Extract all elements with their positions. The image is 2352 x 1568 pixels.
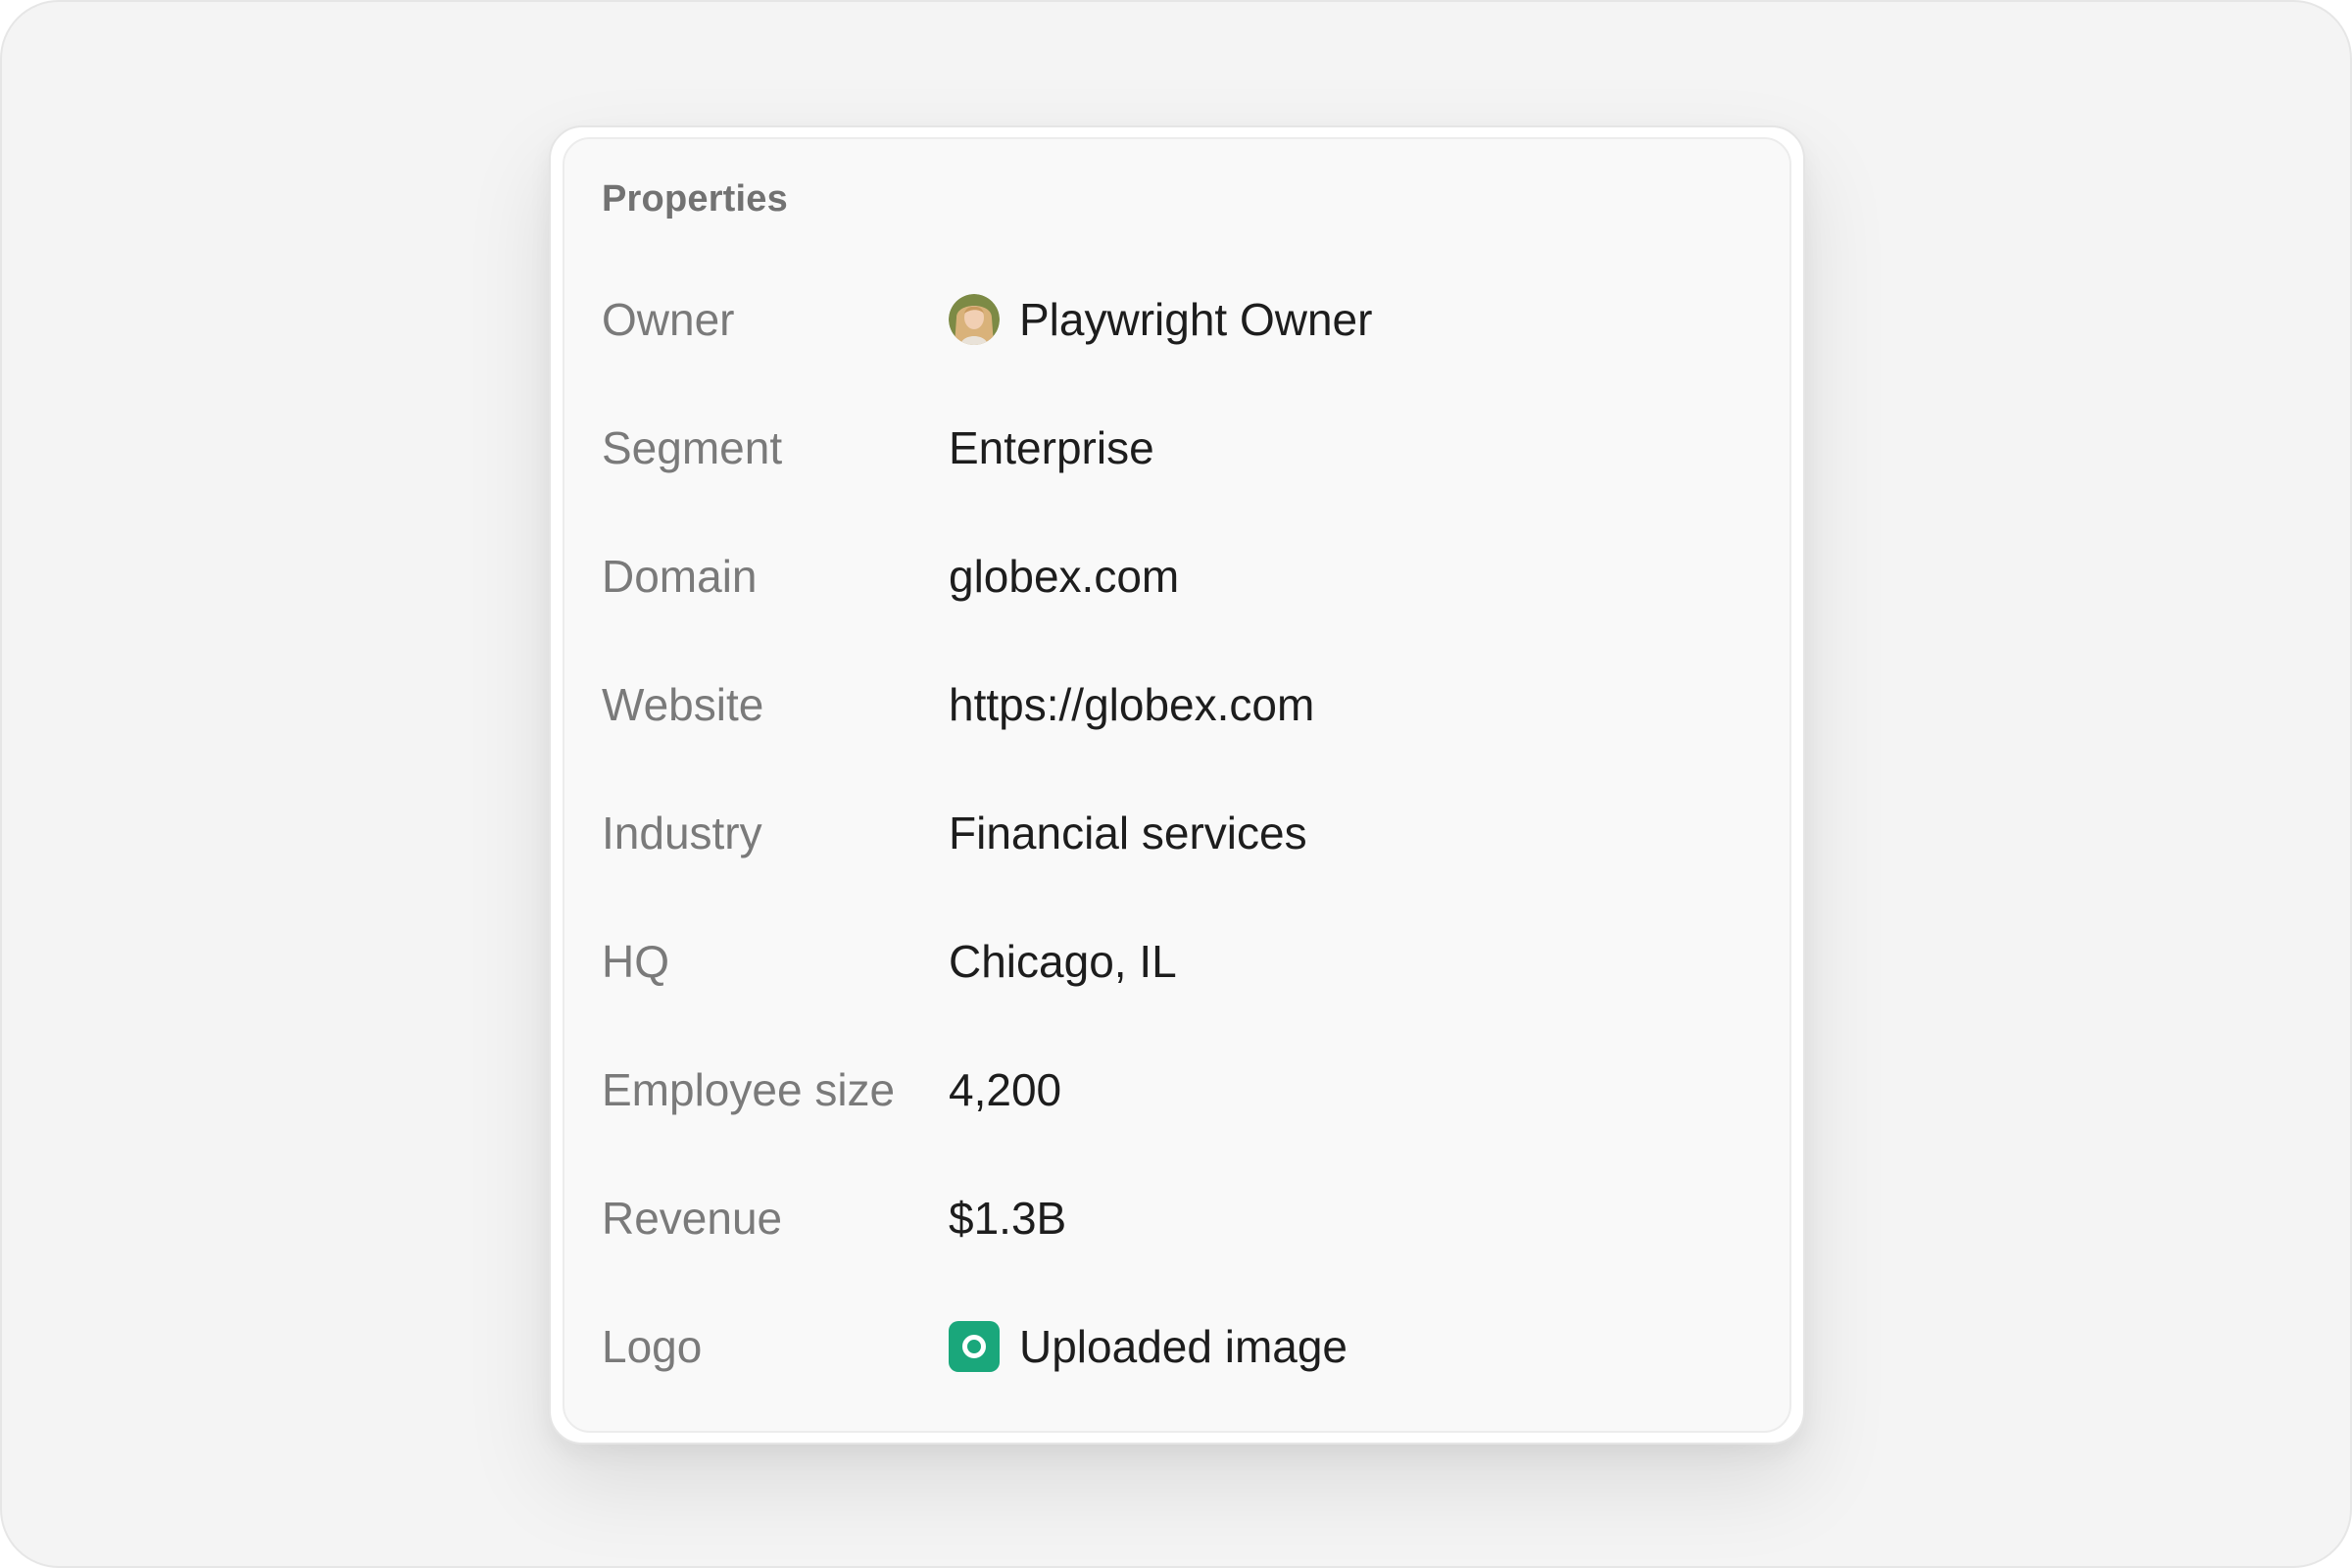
app-frame: Properties Owner Playwright Owner Segmen… xyxy=(0,0,2352,1568)
property-value[interactable]: globex.com xyxy=(949,550,1179,603)
property-row-employee-size[interactable]: Employee size 4,200 xyxy=(602,1025,1752,1153)
property-row-logo[interactable]: Logo Uploaded image xyxy=(602,1282,1752,1410)
property-value[interactable]: Uploaded image xyxy=(949,1320,1348,1373)
owner-name: Playwright Owner xyxy=(1019,293,1373,345)
property-label: Employee size xyxy=(602,1063,896,1115)
property-label: Owner xyxy=(602,293,735,345)
property-label: Segment xyxy=(602,421,783,473)
property-label: Website xyxy=(602,678,764,730)
property-row-hq[interactable]: HQ Chicago, IL xyxy=(602,897,1752,1025)
property-label: Domain xyxy=(602,550,758,602)
logo-file-label: Uploaded image xyxy=(1019,1320,1348,1372)
property-value[interactable]: 4,200 xyxy=(949,1063,1061,1116)
property-value[interactable]: Financial services xyxy=(949,807,1307,859)
property-row-segment[interactable]: Segment Enterprise xyxy=(602,383,1752,512)
property-row-industry[interactable]: Industry Financial services xyxy=(602,768,1752,897)
property-value[interactable]: Chicago, IL xyxy=(949,935,1177,988)
property-label: Revenue xyxy=(602,1192,783,1244)
properties-list: Owner Playwright Owner Segment Enterpris… xyxy=(602,255,1752,1410)
property-label: HQ xyxy=(602,935,669,987)
property-row-website[interactable]: Website https://globex.com xyxy=(602,640,1752,768)
properties-panel: Properties Owner Playwright Owner Segmen… xyxy=(563,137,1791,1433)
property-value[interactable]: Enterprise xyxy=(949,421,1154,474)
property-row-domain[interactable]: Domain globex.com xyxy=(602,512,1752,640)
image-icon xyxy=(949,1320,1000,1372)
property-label: Industry xyxy=(602,807,762,858)
property-row-owner[interactable]: Owner Playwright Owner xyxy=(602,255,1752,383)
property-label: Logo xyxy=(602,1320,703,1372)
section-title: Properties xyxy=(602,178,788,220)
property-value[interactable]: $1.3B xyxy=(949,1192,1066,1245)
property-value[interactable]: https://globex.com xyxy=(949,678,1314,731)
avatar xyxy=(949,293,1000,345)
property-row-revenue[interactable]: Revenue $1.3B xyxy=(602,1153,1752,1282)
properties-card: Properties Owner Playwright Owner Segmen… xyxy=(549,125,1805,1445)
property-value[interactable]: Playwright Owner xyxy=(949,293,1372,346)
